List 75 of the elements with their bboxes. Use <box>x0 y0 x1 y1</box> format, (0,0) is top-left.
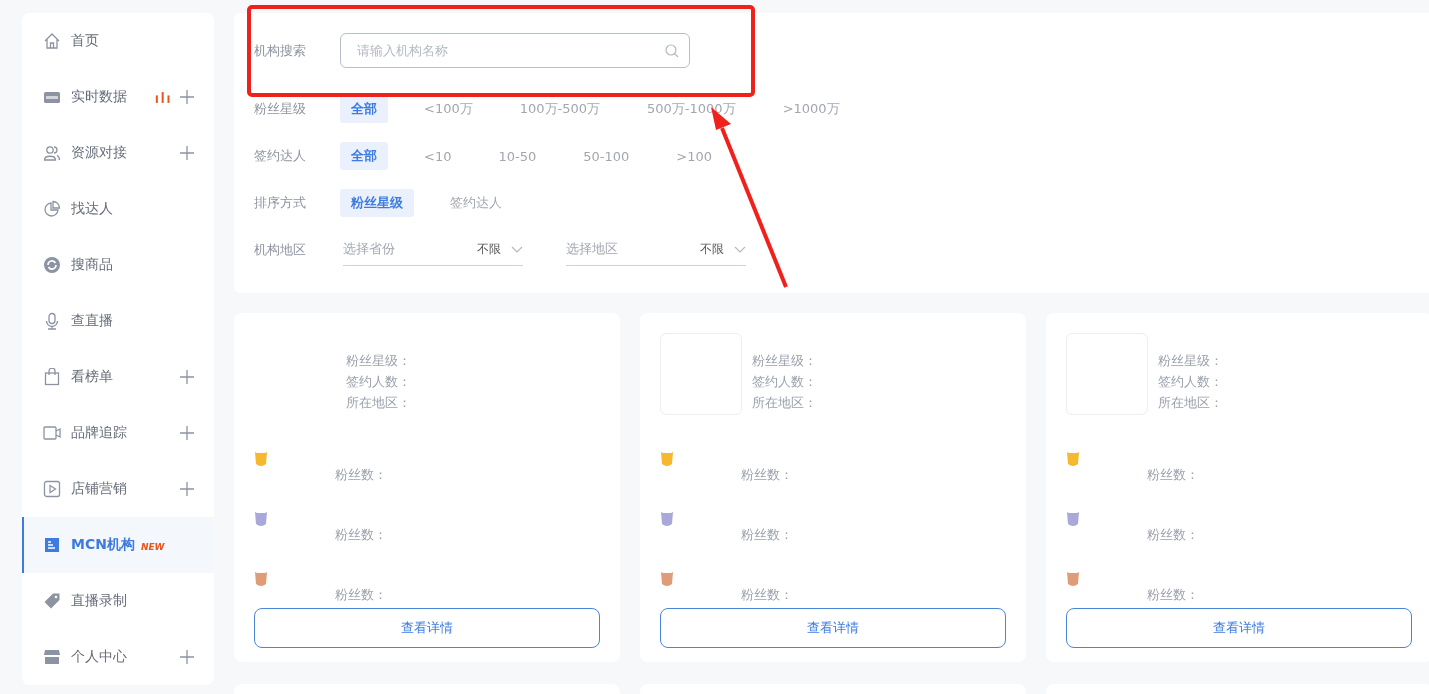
region-dropdown[interactable]: 选择省份 不限 <box>343 233 523 266</box>
sidebar-item[interactable]: 查直播 <box>22 293 214 349</box>
info-label: 所在地区： <box>752 394 817 412</box>
shopping-bag-icon <box>43 368 61 386</box>
fans-label: 粉丝数： <box>1147 466 1199 484</box>
home-icon <box>43 32 61 50</box>
fans-label: 粉丝数： <box>335 526 387 544</box>
plus-icon[interactable] <box>180 482 194 496</box>
sidebar-item[interactable]: 找达人 <box>22 181 214 237</box>
view-details-button[interactable]: 查看详情 <box>1066 608 1412 648</box>
plus-icon[interactable] <box>180 90 194 104</box>
plus-icon[interactable] <box>180 426 194 440</box>
filter-option[interactable]: >100 <box>665 142 723 171</box>
bar-chart-icon <box>155 90 170 104</box>
filter-option[interactable]: >1000万 <box>771 95 851 124</box>
plus-icon[interactable] <box>180 146 194 160</box>
filter-option[interactable]: 50-100 <box>572 142 641 171</box>
chevron-down-icon <box>511 245 523 253</box>
sidebar-item[interactable]: 直播录制 <box>22 573 214 629</box>
sidebar-item[interactable]: 实时数据 <box>22 69 214 125</box>
sidebar-item[interactable]: 资源对接 <box>22 125 214 181</box>
info-label: 所在地区： <box>1158 394 1223 412</box>
filter-option[interactable]: 500万-1000万 <box>636 95 747 124</box>
sidebar-item[interactable]: 搜商品 <box>22 237 214 293</box>
search-icon[interactable] <box>665 44 679 58</box>
play-icon <box>43 480 61 498</box>
sidebar-item[interactable]: 个人中心 <box>22 629 214 685</box>
plus-icon[interactable] <box>180 370 194 384</box>
fans-label: 粉丝数： <box>335 466 387 484</box>
sidebar-item[interactable]: 首页 <box>22 13 214 69</box>
info-label: 粉丝星级： <box>346 352 411 370</box>
filter-label: 粉丝星级 <box>254 100 307 119</box>
filter-option[interactable]: <10 <box>413 142 463 171</box>
fans-label: 粉丝数： <box>1147 526 1199 544</box>
view-details-button[interactable]: 查看详情 <box>660 608 1006 648</box>
filter-option[interactable]: 10-50 <box>487 142 548 171</box>
region-dropdown[interactable]: 选择地区 不限 <box>566 233 746 266</box>
info-label: 粉丝星级： <box>752 352 817 370</box>
tag-icon <box>43 592 61 610</box>
filter-label: 排序方式 <box>254 193 307 212</box>
document-icon <box>43 536 61 554</box>
filter-option[interactable]: <100万 <box>413 95 484 124</box>
filter-label: 机构地区 <box>254 240 307 259</box>
sidebar-item[interactable]: 看榜单 <box>22 349 214 405</box>
info-label: 签约人数： <box>1158 373 1223 391</box>
filter-label: 签约达人 <box>254 147 307 166</box>
search-field[interactable]: 请输入机构名称 <box>340 33 690 68</box>
filter-option[interactable]: 全部 <box>340 95 388 124</box>
fans-label: 粉丝数： <box>741 466 793 484</box>
video-camera-icon <box>43 424 61 442</box>
filter-option[interactable]: 签约达人 <box>439 188 513 217</box>
plus-icon[interactable] <box>180 650 194 664</box>
info-label: 所在地区： <box>346 394 411 412</box>
fans-label: 粉丝数： <box>1147 586 1199 604</box>
pie-chart-icon <box>43 200 61 218</box>
store-icon <box>43 648 61 666</box>
view-details-button[interactable]: 查看详情 <box>254 608 600 648</box>
filter-option[interactable]: 粉丝星级 <box>340 188 414 217</box>
sidebar-item[interactable]: MCN机构 NEW <box>22 517 214 573</box>
filter-option[interactable]: 全部 <box>340 142 388 171</box>
fans-label: 粉丝数： <box>741 526 793 544</box>
refresh-icon <box>43 256 61 274</box>
chevron-down-icon <box>734 245 746 253</box>
new-label: NEW <box>140 542 165 552</box>
filter-label: 机构搜索 <box>254 41 307 60</box>
info-label: 签约人数： <box>752 373 817 391</box>
info-label: 签约人数： <box>346 373 411 391</box>
info-label: 粉丝星级： <box>1158 352 1223 370</box>
microphone-icon <box>43 312 61 330</box>
sidebar-item[interactable]: 品牌追踪 <box>22 405 214 461</box>
fans-label: 粉丝数： <box>741 586 793 604</box>
sidebar-item[interactable]: 店铺营销 <box>22 461 214 517</box>
filter-option[interactable]: 100万-500万 <box>508 95 612 124</box>
fans-label: 粉丝数： <box>335 586 387 604</box>
users-icon <box>43 144 61 162</box>
